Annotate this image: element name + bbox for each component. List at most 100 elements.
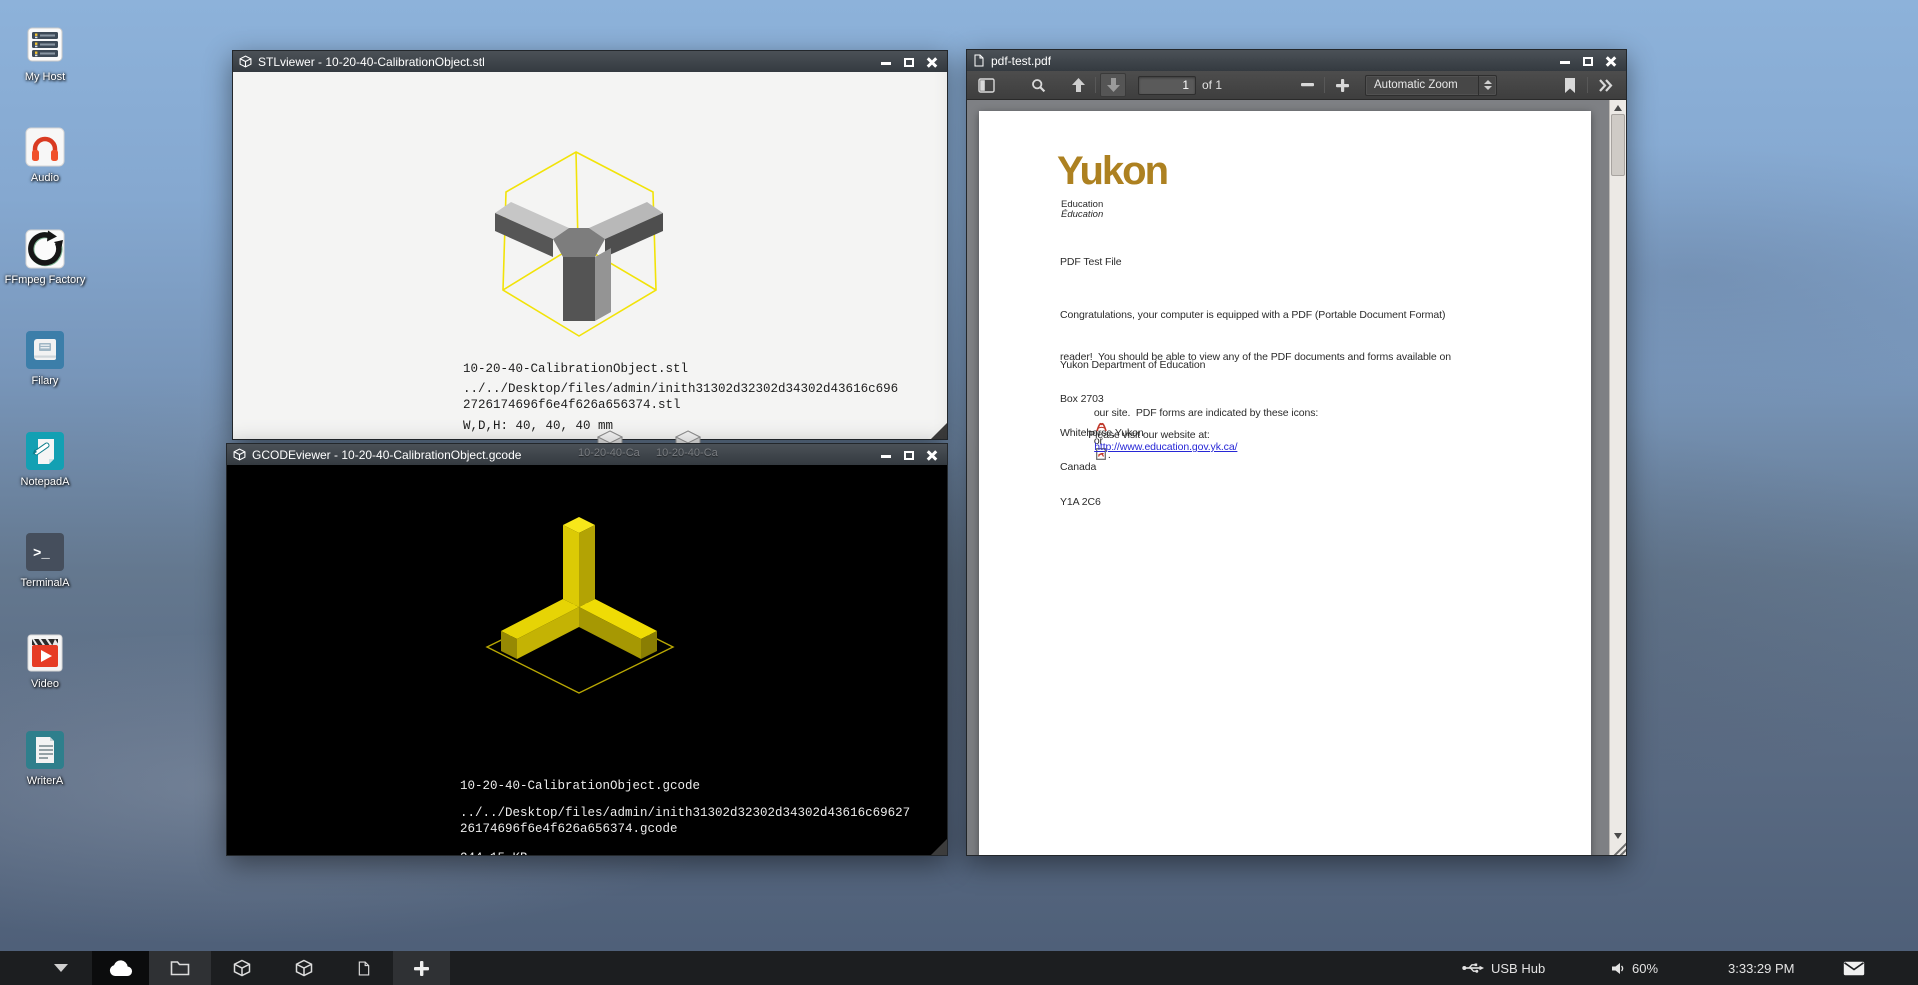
desktop-icon-label: TerminalA — [0, 577, 90, 590]
desktop-icon-label: My Host — [0, 71, 90, 84]
close-button[interactable] — [925, 56, 939, 68]
bookmark-button[interactable] — [1557, 73, 1583, 97]
taskbar-cloud-button[interactable] — [92, 951, 149, 985]
writer-document-icon — [24, 729, 66, 771]
gcode-path-line2: 26174696f6e4f626a656374.gcode — [460, 822, 678, 836]
gcode-path-line1: ../../Desktop/files/admin/inith31302d323… — [460, 806, 910, 820]
gcode-filename: 10-20-40-CalibrationObject.gcode — [460, 779, 700, 793]
cube-icon — [295, 959, 313, 977]
arrow-down-icon — [1107, 78, 1120, 92]
search-icon — [1031, 78, 1046, 93]
gcode-filesize: 244.15 KB — [460, 851, 528, 855]
desktop-icon-label: FFmpeg Factory — [0, 274, 90, 287]
minimize-button[interactable] — [879, 56, 893, 68]
pdf-content-area[interactable]: Yukon Education Éducation PDF Test File … — [967, 100, 1626, 855]
zoom-select-value: Automatic Zoom — [1366, 79, 1478, 91]
arrow-up-icon — [1072, 78, 1085, 92]
minimize-button[interactable] — [879, 449, 893, 461]
next-page-button[interactable] — [1100, 73, 1126, 97]
maximize-button[interactable] — [902, 449, 916, 461]
book-icon — [24, 329, 66, 371]
zoom-out-button[interactable] — [1294, 73, 1320, 97]
taskbar-pdfviewer-button[interactable] — [335, 951, 393, 985]
address-line: Box 2703 — [1060, 394, 1205, 405]
desktop-icon-label: Audio — [0, 172, 90, 185]
sidebar-toggle-button[interactable] — [973, 73, 999, 97]
pdf-page: Yukon Education Éducation PDF Test File … — [979, 111, 1591, 855]
resize-grip[interactable] — [931, 423, 947, 439]
search-button[interactable] — [1025, 73, 1051, 97]
pdf-document-icon — [357, 960, 371, 977]
minimize-button[interactable] — [1558, 55, 1572, 67]
clapperboard-play-icon — [24, 632, 66, 674]
usb-icon — [1462, 962, 1484, 974]
zoom-in-button[interactable] — [1329, 73, 1355, 97]
usb-status[interactable]: USB Hub — [1462, 951, 1545, 985]
stl-path-line1: ../../Desktop/files/admin/inith31302d323… — [463, 382, 898, 396]
more-tools-button[interactable] — [1592, 73, 1618, 97]
maximize-button[interactable] — [902, 56, 916, 68]
stl-3d-render — [481, 140, 681, 360]
desktop-icon-label: WriterA — [0, 775, 90, 788]
gcode-3d-render — [471, 505, 711, 735]
taskbar-gcodeviewer-button[interactable] — [273, 951, 335, 985]
close-button[interactable] — [1604, 55, 1618, 67]
desktop-icon-ffmpeg-factory[interactable]: FFmpeg Factory — [0, 228, 90, 287]
double-chevron-right-icon — [1598, 79, 1613, 92]
page-number-input[interactable] — [1138, 76, 1196, 95]
stl-render-area[interactable]: 10-20-40-CalibrationObject.stl ../../Des… — [233, 72, 947, 439]
desktop-file-label: 10-20-40-Ca — [656, 447, 718, 459]
desktop-icon-label: Filary — [0, 375, 90, 388]
window-title: pdf-test.pdf — [991, 54, 1051, 68]
stlviewer-titlebar[interactable]: STLviewer - 10-20-40-CalibrationObject.s… — [233, 51, 947, 72]
desktop-icon-audio[interactable]: Audio — [0, 126, 90, 185]
toolbar-separator — [1587, 77, 1588, 93]
resize-grip[interactable] — [1610, 839, 1626, 855]
desktop-icon-filary[interactable]: Filary — [0, 329, 90, 388]
mail-status[interactable] — [1843, 951, 1865, 985]
volume-status[interactable]: 60% — [1612, 951, 1658, 985]
minimize-icon — [881, 455, 891, 458]
notepad-pencil-icon — [24, 430, 66, 472]
minus-icon — [1301, 83, 1314, 87]
desktop-icon-writera[interactable]: WriterA — [0, 729, 90, 788]
desktop-icon-video[interactable]: Video — [0, 632, 90, 691]
cube-icon — [233, 448, 246, 461]
vertical-scrollbar[interactable] — [1609, 100, 1626, 855]
toolbar-separator — [1324, 77, 1325, 93]
speaker-icon — [1612, 962, 1625, 975]
close-button[interactable] — [925, 449, 939, 461]
headphones-icon — [24, 126, 66, 168]
gcode-render-area[interactable]: 10-20-40-CalibrationObject.gcode ../../D… — [227, 465, 947, 855]
minimize-icon — [881, 62, 891, 65]
website-link[interactable]: http://www.education.gov.yk.ca/ — [1094, 441, 1237, 453]
taskbar-add-button[interactable] — [393, 951, 450, 985]
volume-label: 60% — [1632, 961, 1658, 976]
clock[interactable]: 3:33:29 PM — [1728, 951, 1795, 985]
cube-icon — [239, 55, 252, 68]
window-title: STLviewer - 10-20-40-CalibrationObject.s… — [258, 55, 485, 69]
usb-label: USB Hub — [1491, 961, 1545, 976]
doc-heading: PDF Test File — [1060, 256, 1122, 268]
cube-icon — [233, 959, 251, 977]
zoom-select[interactable]: Automatic Zoom — [1365, 75, 1497, 96]
minimize-icon — [1560, 61, 1570, 64]
plus-icon — [1336, 79, 1349, 92]
show-desktop-button[interactable] — [38, 951, 84, 985]
resize-grip[interactable] — [931, 839, 947, 855]
desktop-file-label: 10-20-40-Ca — [578, 447, 640, 459]
desktop-icon-notepada[interactable]: NotepadA — [0, 430, 90, 489]
desktop-icon-terminala[interactable]: >_ TerminalA — [0, 531, 90, 590]
maximize-button[interactable] — [1581, 55, 1595, 67]
envelope-icon — [1843, 961, 1865, 976]
taskbar-files-button[interactable] — [149, 951, 211, 985]
yukon-logo: Yukon — [1057, 151, 1167, 191]
desktop-icon-my-host[interactable]: My Host — [0, 25, 90, 84]
pdf-titlebar[interactable]: pdf-test.pdf — [967, 50, 1626, 71]
taskbar-stlviewer-button[interactable] — [211, 951, 273, 985]
previous-page-button[interactable] — [1065, 73, 1091, 97]
cloud-icon — [108, 960, 134, 977]
pdf-toolbar: of 1 Automatic Zoom — [967, 71, 1626, 100]
scroll-up-icon[interactable] — [1614, 105, 1622, 111]
scrollbar-thumb[interactable] — [1611, 114, 1625, 176]
